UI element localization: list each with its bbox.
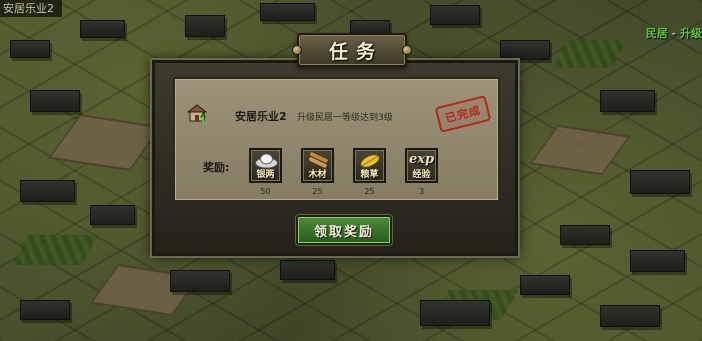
quest-panel: 安居乐业2 升级民居一等级达到3级 已完成 奖励: 银两 50 木材 25 粮草… [173,77,500,202]
reward-count-wood: 25 [312,187,323,196]
exp-icon: exp [408,152,435,167]
quest-description: 升级民居一等级达到3级 [297,113,393,123]
ornament-knob [292,45,302,55]
dialog-title: 任务 [328,40,383,63]
quest-name: 安居乐业2 [235,110,287,123]
reward-slot-wood[interactable]: 木材 [301,148,334,183]
dialog-title-plate: 任务 [292,33,412,67]
ornament-knob [402,45,412,55]
reward-count-silver: 50 [260,187,271,196]
reward-count-grain: 25 [364,187,375,196]
completed-stamp: 已完成 [434,95,492,133]
reward-slot-silver[interactable]: 银两 [249,148,282,183]
reward-slot-exp[interactable]: exp 经验 [405,148,438,183]
rewards-label: 奖励: [203,161,230,174]
claim-reward-button[interactable]: 领取奖励 [296,215,392,245]
quest-dialog: 安居乐业2 升级民居一等级达到3级 已完成 奖励: 银两 50 木材 25 粮草… [152,60,518,256]
reward-count-exp: 3 [418,187,425,196]
reward-slot-grain[interactable]: 粮草 [353,148,386,183]
house-upgrade-icon [187,104,207,123]
